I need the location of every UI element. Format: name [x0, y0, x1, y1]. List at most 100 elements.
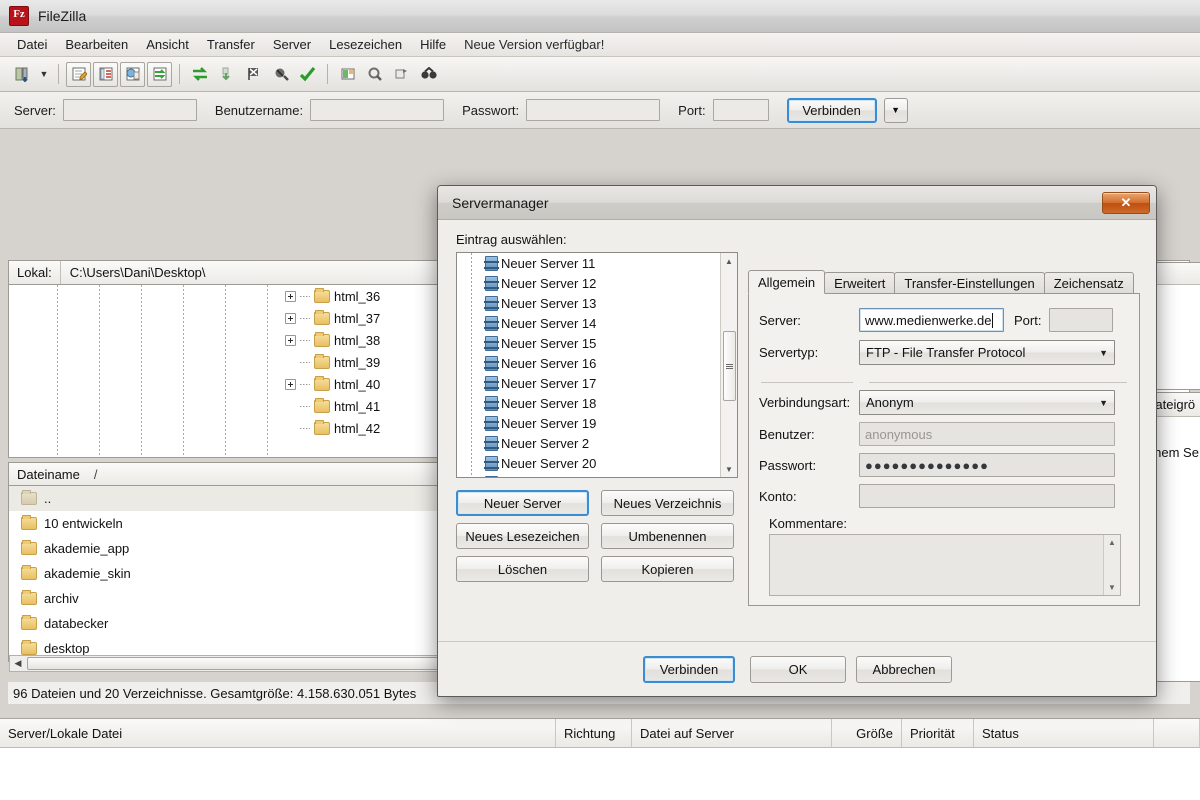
comments-label: Kommentare: — [769, 516, 848, 531]
dialog-cancel-button[interactable]: Abbrechen — [856, 656, 952, 683]
server-entry-list[interactable]: Neuer Server 11 Neuer Server 12 Neuer Se… — [456, 252, 738, 478]
server-entry[interactable]: Neuer Server 11 — [457, 253, 737, 273]
delete-button[interactable]: Löschen — [456, 556, 589, 582]
queue-column-priority[interactable]: Priorität — [902, 719, 974, 747]
tab-allgemein[interactable]: Allgemein — [748, 270, 826, 294]
synchronized-browsing-icon[interactable] — [389, 62, 414, 87]
server-entry[interactable]: Neuer Server 14 — [457, 313, 737, 333]
folder-icon — [314, 353, 330, 369]
tree-item-label: html_38 — [334, 332, 381, 348]
toggle-remote-tree-icon[interactable] — [120, 61, 145, 87]
filezilla-window: FileZilla Datei Bearbeiten Ansicht Trans… — [0, 0, 1200, 800]
quickconnect-password-label: Passwort: — [462, 102, 520, 118]
tab-transfer-einstellungen[interactable]: Transfer-Einstellungen — [894, 272, 1045, 294]
quickconnect-password-input[interactable] — [526, 99, 661, 121]
reconnect-icon[interactable] — [295, 62, 320, 87]
toggle-transfer-queue-icon[interactable] — [147, 61, 172, 87]
queue-column-status[interactable]: Status — [974, 719, 1154, 747]
server-field[interactable]: www.medienwerke.de — [859, 308, 1004, 332]
server-entry-label: Neuer Server 19 — [501, 415, 597, 431]
server-entry[interactable]: Neuer Server 13 — [457, 293, 737, 313]
server-entry[interactable]: Neuer Server 15 — [457, 333, 737, 353]
servertype-value: FTP - File Transfer Protocol — [866, 345, 1026, 360]
scroll-down-icon[interactable]: ▼ — [1108, 583, 1116, 592]
cancel-operation-icon[interactable] — [241, 62, 266, 87]
server-entry[interactable]: Neuer Server 16 — [457, 353, 737, 373]
menubar: Datei Bearbeiten Ansicht Transfer Server… — [0, 32, 1200, 57]
quickconnect-history-dropdown[interactable]: ▼ — [883, 97, 908, 123]
menu-item-transfer[interactable]: Transfer — [198, 35, 264, 54]
quickconnect-connect-button[interactable]: Verbinden — [786, 97, 877, 123]
server-entry[interactable]: Neuer Server 2 — [457, 433, 737, 453]
toggle-local-tree-icon[interactable] — [93, 61, 118, 87]
menu-item-ansicht[interactable]: Ansicht — [137, 35, 198, 54]
site-manager-icon[interactable] — [10, 62, 35, 87]
menu-item-hilfe[interactable]: Hilfe — [411, 35, 455, 54]
process-queue-icon[interactable] — [214, 62, 239, 87]
expand-icon[interactable] — [285, 290, 296, 302]
quickconnect-port-label: Port: — [678, 102, 706, 118]
server-list-scrollbar[interactable]: ▲ ▼ — [720, 253, 737, 477]
dialog-ok-button[interactable]: OK — [750, 656, 846, 683]
server-entry[interactable]: Neuer Server 19 — [457, 413, 737, 433]
local-path-value[interactable]: C:\Users\Dani\Desktop\ — [61, 265, 215, 280]
server-entry[interactable]: Neuer Server 20 — [457, 453, 737, 473]
dialog-connect-button[interactable]: Verbinden — [643, 656, 735, 683]
server-entry[interactable]: Neuer Server 21 — [457, 473, 737, 477]
folder-icon — [314, 309, 330, 325]
menu-item-datei[interactable]: Datei — [8, 35, 56, 54]
quickconnect-username-input[interactable] — [310, 99, 445, 121]
comments-textarea[interactable]: ▲ ▼ — [769, 534, 1121, 596]
servertype-select[interactable]: FTP - File Transfer Protocol ▼ — [859, 340, 1115, 365]
menu-item-lesezeichen[interactable]: Lesezeichen — [320, 35, 411, 54]
queue-column-server-local-file[interactable]: Server/Lokale Datei — [0, 719, 556, 747]
port-field[interactable] — [1049, 308, 1114, 332]
server-entry[interactable]: Neuer Server 12 — [457, 273, 737, 293]
quickconnect-port-input[interactable] — [712, 99, 769, 121]
server-icon — [484, 415, 499, 431]
scroll-up-icon[interactable]: ▲ — [722, 253, 737, 269]
tab-zeichensatz[interactable]: Zeichensatz — [1043, 272, 1134, 294]
expand-icon[interactable] — [285, 334, 296, 346]
window-title: FileZilla — [38, 8, 87, 24]
scrollbar-thumb[interactable] — [722, 331, 736, 401]
copy-button[interactable]: Kopieren — [601, 556, 734, 582]
toggle-message-log-icon[interactable] — [66, 61, 91, 87]
password-field[interactable]: ●●●●●●●●●●●●●● — [859, 453, 1115, 477]
new-folder-button[interactable]: Neues Verzeichnis — [601, 490, 734, 516]
scroll-down-icon[interactable]: ▼ — [722, 461, 737, 477]
rename-button[interactable]: Umbenennen — [601, 523, 734, 549]
dropdown-caret-icon[interactable]: ▼ — [37, 69, 51, 79]
close-icon[interactable]: ✕ — [1102, 191, 1150, 214]
expand-icon[interactable] — [285, 312, 296, 324]
site-manager-dialog: Servermanager ✕ Eintrag auswählen: Neuer… — [437, 185, 1157, 697]
scrollbar-track[interactable] — [722, 269, 737, 461]
search-remote-files-icon[interactable] — [416, 62, 441, 87]
server-entry[interactable]: Neuer Server 17 — [457, 373, 737, 393]
menu-item-new-version-notice[interactable]: Neue Version verfügbar! — [455, 35, 613, 54]
logontype-select[interactable]: Anonym ▼ — [859, 390, 1115, 415]
tab-erweitert[interactable]: Erweitert — [824, 272, 896, 294]
account-field[interactable] — [859, 484, 1115, 508]
scroll-up-icon[interactable]: ▲ — [1108, 538, 1116, 547]
scroll-left-icon[interactable]: ◀ — [10, 658, 26, 669]
tree-connector — [300, 383, 310, 385]
menu-item-bearbeiten[interactable]: Bearbeiten — [56, 35, 137, 54]
server-entry[interactable]: Neuer Server 18 — [457, 393, 737, 413]
queue-column-direction[interactable]: Richtung — [556, 719, 632, 747]
disconnect-icon[interactable] — [268, 62, 293, 87]
new-server-button[interactable]: Neuer Server — [456, 490, 589, 516]
transfer-queue-body[interactable] — [0, 748, 1200, 800]
user-field[interactable]: anonymous — [859, 422, 1115, 446]
menu-item-server[interactable]: Server — [264, 35, 320, 54]
filter-icon[interactable] — [335, 62, 360, 87]
queue-column-size[interactable]: Größe — [832, 719, 902, 747]
new-bookmark-button[interactable]: Neues Lesezeichen — [456, 523, 589, 549]
expand-icon[interactable] — [285, 378, 296, 390]
refresh-icon[interactable] — [187, 62, 212, 87]
comments-scrollbar[interactable]: ▲ ▼ — [1103, 535, 1120, 595]
quickconnect-server-input[interactable] — [62, 99, 197, 121]
folder-icon — [21, 615, 37, 630]
queue-column-remote-file[interactable]: Datei auf Server — [632, 719, 832, 747]
compare-directories-icon[interactable] — [362, 62, 387, 87]
